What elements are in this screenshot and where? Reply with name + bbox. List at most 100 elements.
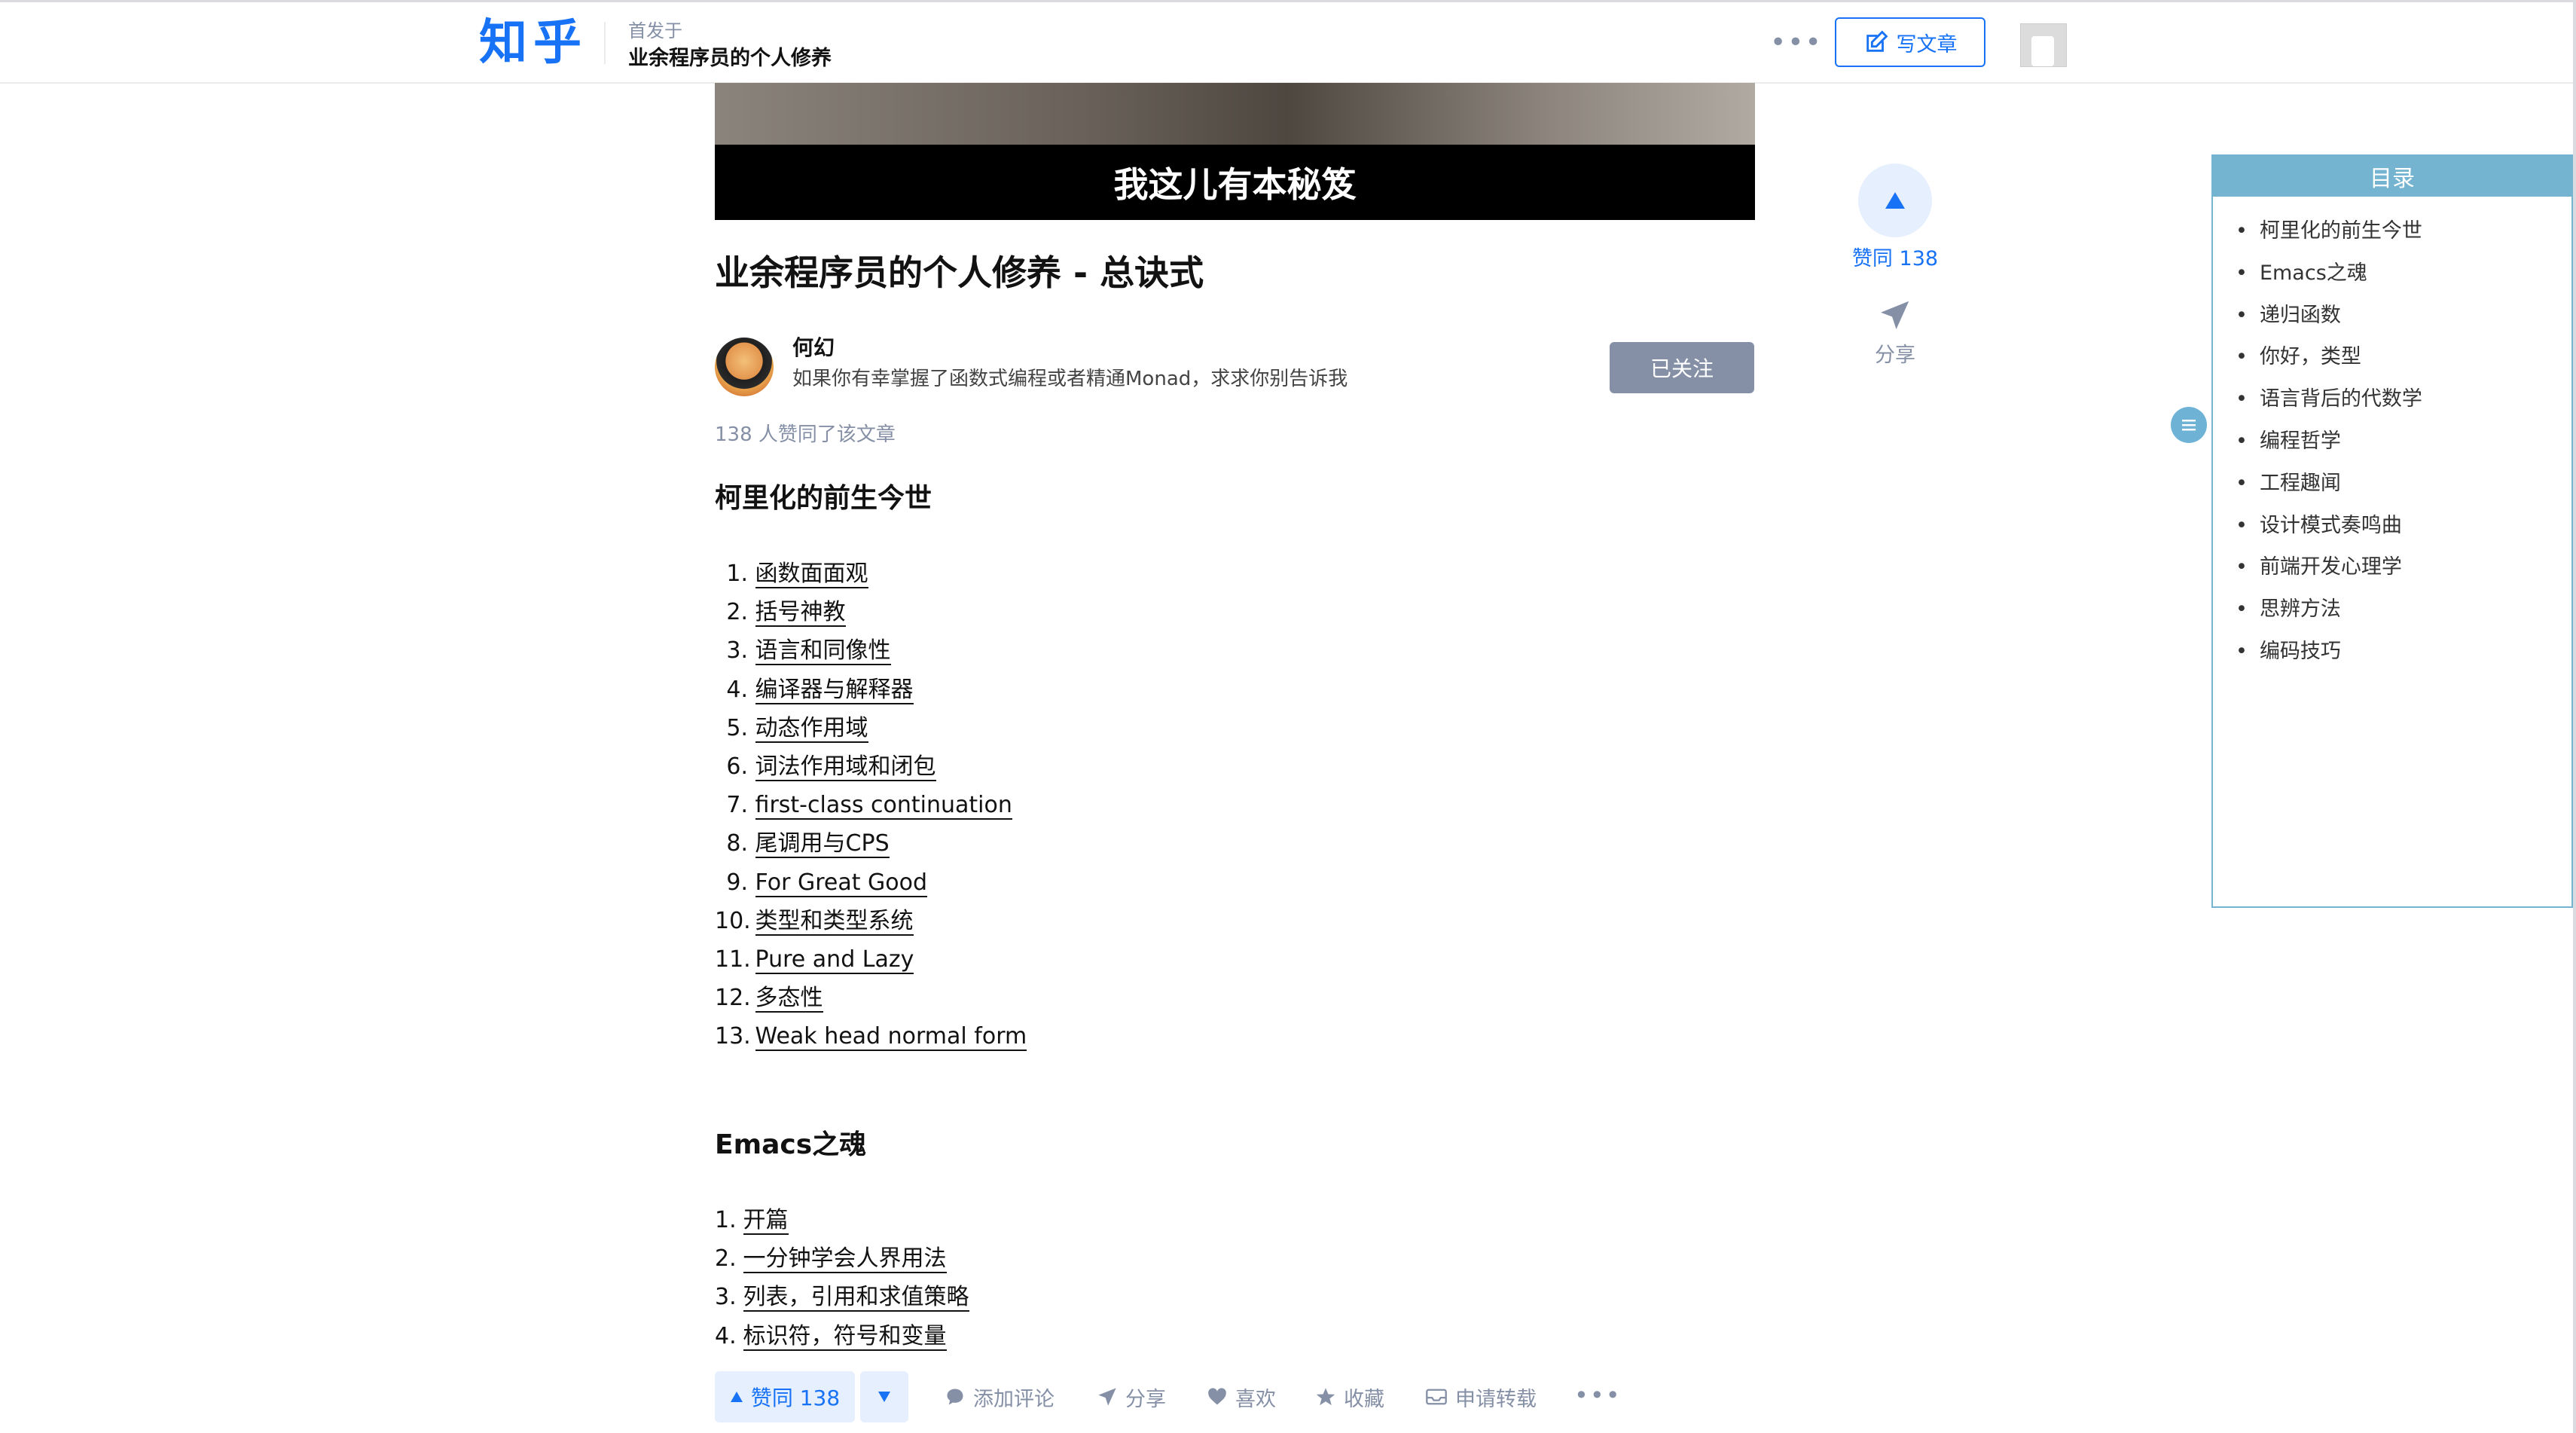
list-item: 12. 多态性: [715, 979, 1027, 1017]
list-number: 6.: [726, 753, 748, 781]
side-share-label[interactable]: 分享: [1838, 342, 1952, 369]
list-item: 10. 类型和类型系统: [715, 902, 1027, 940]
header-more-button[interactable]: •••: [1770, 29, 1823, 57]
list-number: 1.: [715, 1207, 737, 1233]
side-vote-button[interactable]: [1858, 163, 1932, 237]
list-item: 3. 列表，引用和求值策略: [715, 1278, 969, 1316]
list-number: 4.: [726, 676, 748, 703]
list-number: 7.: [726, 792, 748, 819]
section-title: Emacs之魂: [715, 1129, 867, 1160]
list-item: 1. 函数面面观: [715, 555, 1027, 593]
triangle-up-icon: [1885, 192, 1905, 209]
toc-toggle-button[interactable]: [2171, 407, 2207, 443]
list-link[interactable]: 一分钟学会人界用法: [743, 1245, 947, 1274]
list-link[interactable]: 多态性: [755, 985, 823, 1013]
list-number: 2.: [726, 599, 748, 626]
table-of-contents: 目录 柯里化的前生今世 Emacs之魂 递归函数 你好，类型 语言背后的代数学 …: [2211, 154, 2573, 908]
inbox-icon: [1426, 1389, 1447, 1405]
vote-down-button[interactable]: [860, 1371, 908, 1422]
triangle-down-icon: [878, 1392, 890, 1402]
user-avatar[interactable]: [2020, 23, 2067, 67]
list-item: 6. 词法作用域和闭包: [715, 747, 1027, 786]
list-link[interactable]: 词法作用域和闭包: [755, 753, 936, 782]
toc-item[interactable]: 你好，类型: [2236, 336, 2571, 378]
collect-label: 收藏: [1344, 1387, 1384, 1411]
article-title: 业余程序员的个人修养 - 总诀式: [715, 252, 1204, 293]
zhihu-logo[interactable]: 知乎: [479, 13, 588, 73]
list-link[interactable]: 语言和同像性: [755, 637, 891, 666]
toc-item[interactable]: 语言背后的代数学: [2236, 378, 2571, 420]
list-number: 10.: [715, 907, 751, 934]
toc-item[interactable]: 递归函数: [2236, 295, 2571, 337]
toc-item[interactable]: 工程趣闻: [2236, 463, 2571, 505]
more-actions-button[interactable]: •••: [1574, 1383, 1622, 1407]
list-item: 1. 开篇: [715, 1201, 969, 1239]
likes-count-text[interactable]: 138 人赞同了该文章: [715, 422, 896, 448]
title-image: 我这儿有本秘笈: [715, 83, 1755, 220]
list-number: 5.: [726, 714, 748, 741]
title-image-photo: [715, 83, 1755, 145]
list-item: 2. 括号神教: [715, 593, 1027, 631]
author-avatar[interactable]: [715, 338, 774, 396]
edit-icon: [1866, 30, 1888, 52]
comment-button[interactable]: 添加评论: [945, 1373, 1055, 1421]
comment-icon: [947, 1389, 963, 1405]
collect-button[interactable]: 收藏: [1315, 1373, 1384, 1421]
header-divider: [604, 22, 606, 64]
toc-item[interactable]: 编码技巧: [2236, 631, 2571, 673]
toc-item[interactable]: 柯里化的前生今世: [2236, 210, 2571, 252]
list-link[interactable]: 类型和类型系统: [755, 907, 914, 936]
list-link[interactable]: 标识符，符号和变量: [743, 1322, 947, 1351]
paper-plane-icon[interactable]: [1880, 300, 1910, 330]
repost-request-label: 申请转载: [1455, 1387, 1537, 1411]
toc-item[interactable]: 编程哲学: [2236, 420, 2571, 463]
list-link[interactable]: 尾调用与CPS: [755, 830, 890, 859]
list-link[interactable]: For Great Good: [755, 869, 928, 897]
list-item: 7. first-class continuation: [715, 786, 1027, 824]
list-number: 13.: [715, 1023, 751, 1050]
toc-item[interactable]: Emacs之魂: [2236, 252, 2571, 295]
triangle-up-icon: [730, 1392, 743, 1402]
toc-item[interactable]: 设计模式奏鸣曲: [2236, 505, 2571, 547]
list-item: 2. 一分钟学会人界用法: [715, 1239, 969, 1278]
share-label: 分享: [1125, 1387, 1166, 1411]
list-number: 8.: [726, 830, 748, 857]
list-link[interactable]: 列表，引用和求值策略: [743, 1284, 969, 1312]
list-item: 13. Weak head normal form: [715, 1017, 1027, 1056]
list-number: 4.: [715, 1322, 737, 1349]
list-link[interactable]: Pure and Lazy: [755, 946, 914, 975]
paper-plane-icon: [1098, 1388, 1116, 1406]
heart-icon: [1208, 1388, 1226, 1405]
toc-list: 柯里化的前生今世 Emacs之魂 递归函数 你好，类型 语言背后的代数学 编程哲…: [2213, 197, 2571, 673]
window-right-border: [2573, 0, 2576, 1433]
column-title-link[interactable]: 业余程序员的个人修养: [628, 46, 832, 72]
like-button[interactable]: 喜欢: [1207, 1373, 1276, 1421]
repost-request-button[interactable]: 申请转载: [1425, 1373, 1537, 1421]
vote-up-button[interactable]: 赞同 138: [715, 1371, 855, 1422]
list-link[interactable]: 函数面面观: [755, 561, 868, 588]
write-article-button[interactable]: 写文章: [1835, 17, 1985, 67]
toc-item[interactable]: 思辨方法: [2236, 588, 2571, 631]
section-list: 1. 函数面面观 2. 括号神教 3. 语言和同像性 4. 编译器与解释器 5.…: [715, 555, 1027, 1056]
author-name[interactable]: 何幻: [792, 335, 835, 362]
list-item: 11. Pure and Lazy: [715, 940, 1027, 979]
toc-item[interactable]: 前端开发心理学: [2236, 546, 2571, 588]
list-number: 2.: [715, 1245, 737, 1273]
title-image-caption: 我这儿有本秘笈: [715, 145, 1755, 220]
list-item: 9. For Great Good: [715, 863, 1027, 902]
section-list: 1. 开篇 2. 一分钟学会人界用法 3. 列表，引用和求值策略 4. 标识符，…: [715, 1201, 969, 1355]
list-number: 1.: [726, 561, 748, 587]
list-link[interactable]: Weak head normal form: [755, 1023, 1027, 1052]
list-link[interactable]: first-class continuation: [755, 792, 1012, 820]
list-item: 8. 尾调用与CPS: [715, 824, 1027, 863]
list-link[interactable]: 动态作用域: [755, 714, 868, 743]
top-header: 知乎 首发于 业余程序员的个人修养 ••• 写文章: [0, 2, 2573, 84]
list-item: 3. 语言和同像性: [715, 631, 1027, 670]
follow-button[interactable]: 已关注: [1610, 342, 1754, 393]
side-vote-label[interactable]: 赞同 138: [1838, 246, 1952, 273]
list-link[interactable]: 开篇: [743, 1207, 789, 1235]
list-link[interactable]: 括号神教: [755, 599, 846, 628]
list-number: 11.: [715, 946, 751, 973]
share-button[interactable]: 分享: [1097, 1373, 1166, 1421]
list-link[interactable]: 编译器与解释器: [755, 676, 914, 704]
